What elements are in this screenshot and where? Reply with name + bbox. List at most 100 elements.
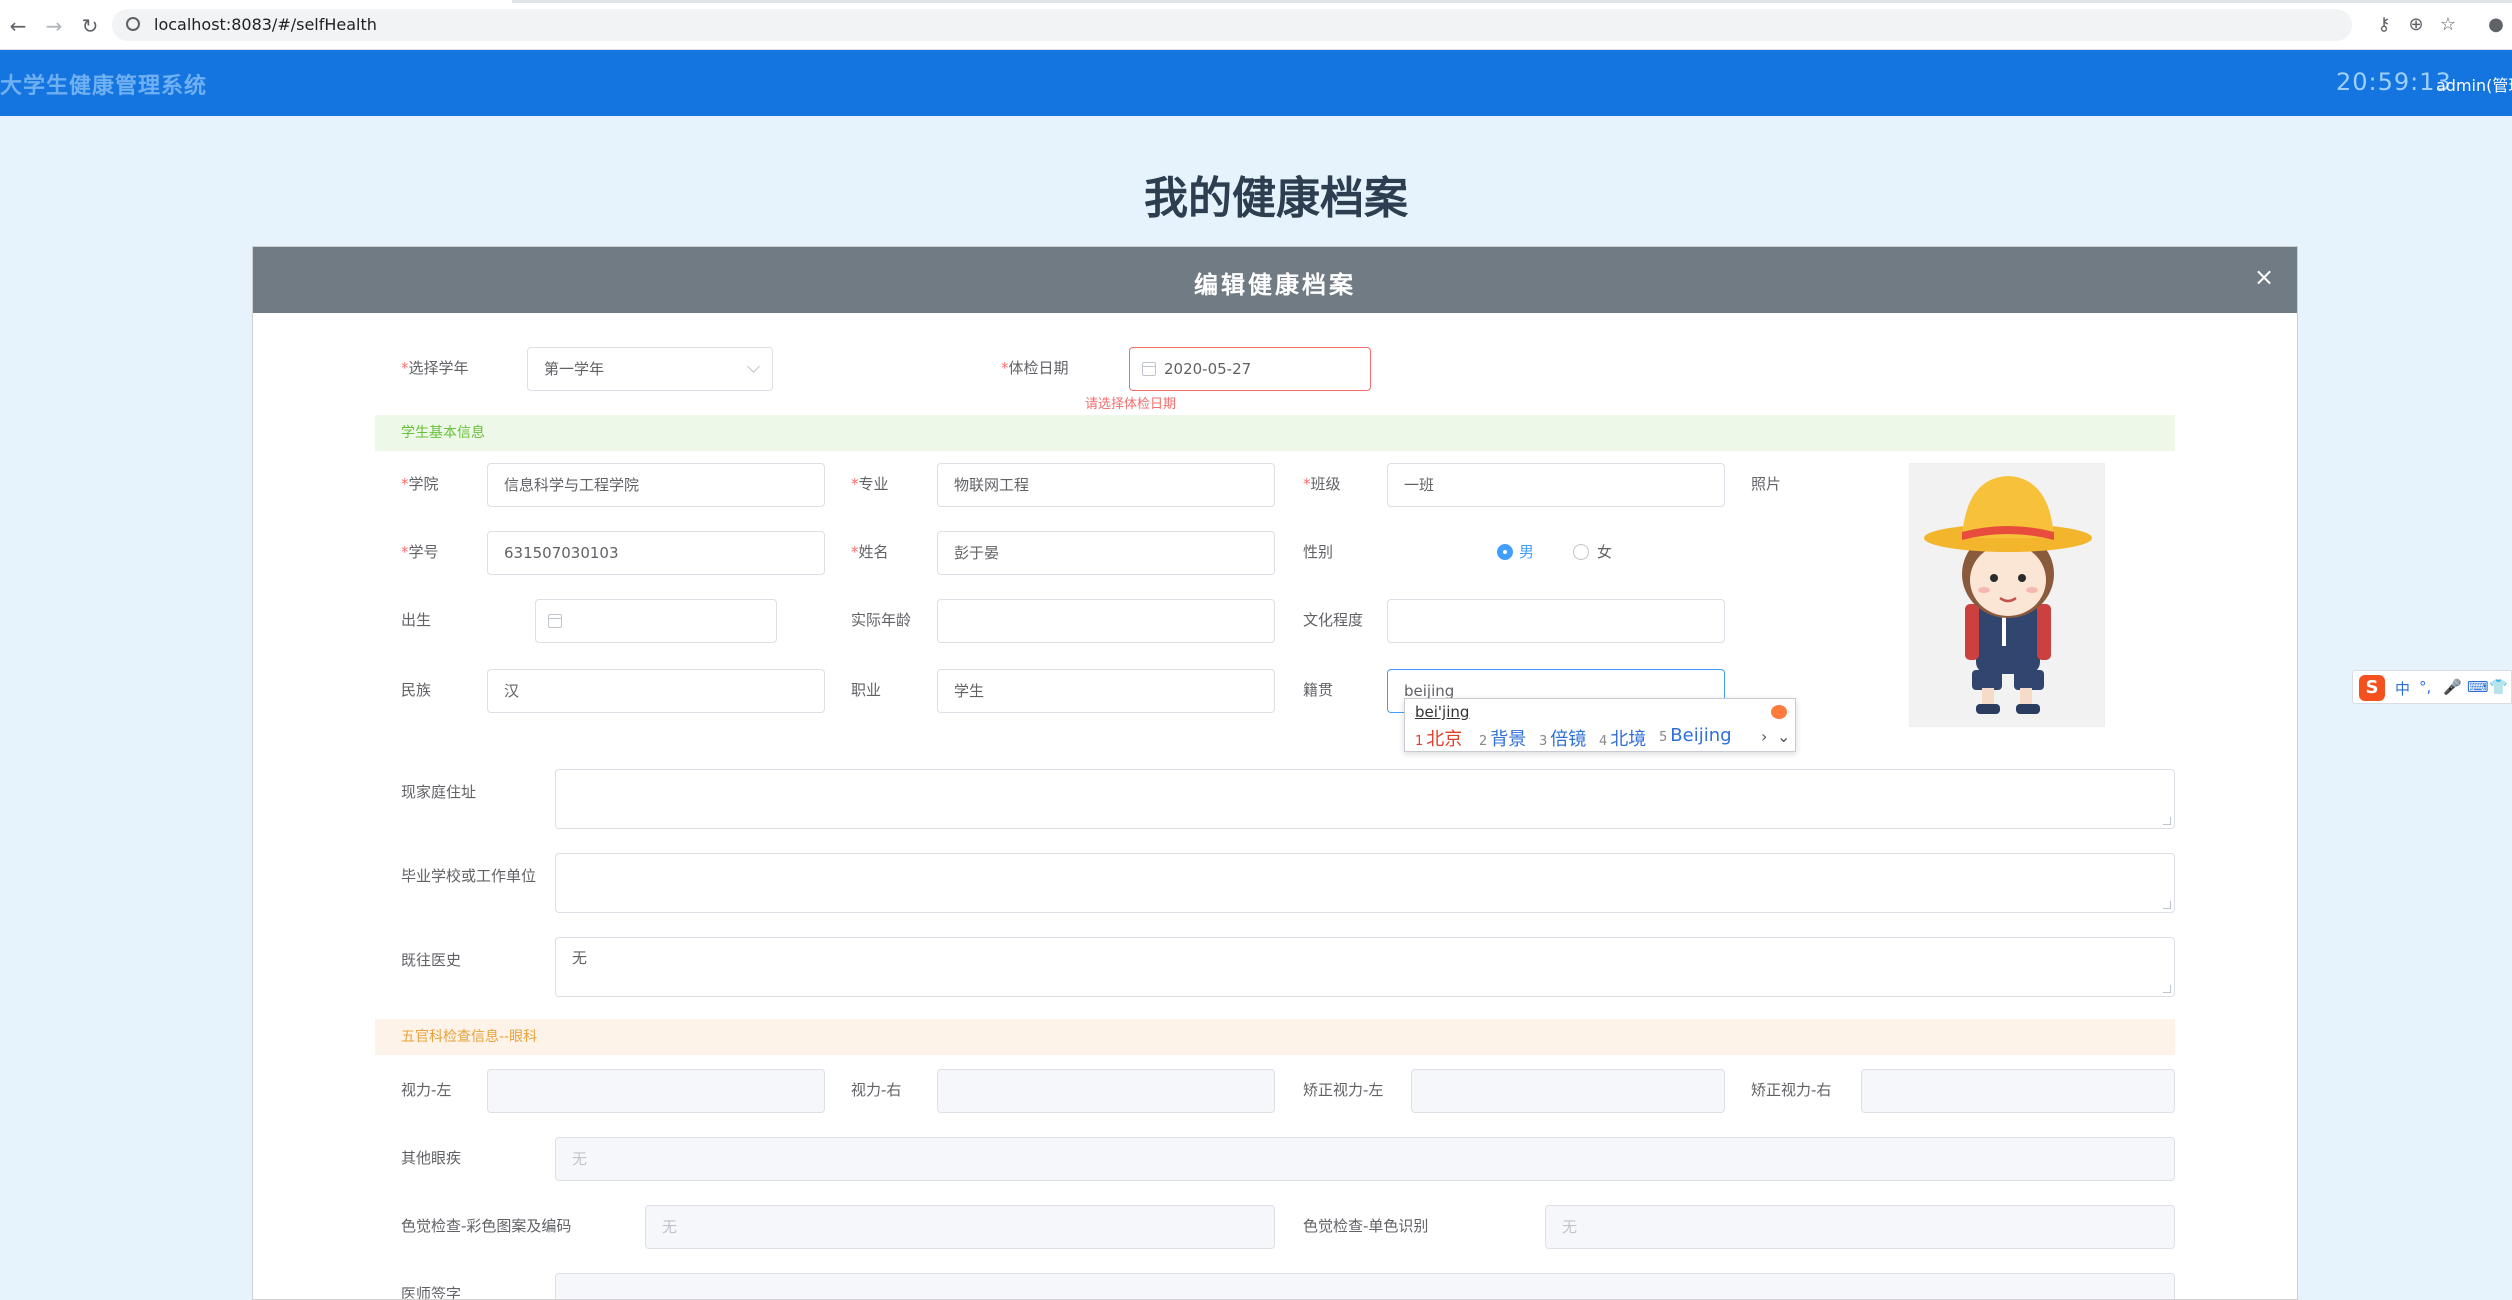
vision-right-input[interactable] (937, 1069, 1275, 1113)
ime-candidate-4[interactable]: 4 北境 (1599, 725, 1646, 751)
corrected-vision-left-label: 矫正视力-左 (1303, 1081, 1384, 1099)
gender-male-radio[interactable] (1497, 544, 1513, 560)
gender-label: 性别 (1303, 543, 1334, 561)
bookmark-star-icon[interactable]: ☆ (2437, 14, 2459, 36)
vision-left-label: 视力-左 (401, 1081, 452, 1099)
other-eye-disease-label: 其他眼疾 (401, 1149, 462, 1167)
medical-history-label: 既往医史 (401, 951, 462, 969)
profile-icon[interactable]: ● (2485, 14, 2507, 36)
back-arrow-icon[interactable]: ← (6, 14, 30, 38)
corrected-vision-left-input[interactable] (1411, 1069, 1725, 1113)
birth-date-picker[interactable] (535, 599, 777, 643)
page-title: 我的健康档案 (1144, 173, 1408, 224)
student-id-label: *学号 (401, 543, 439, 561)
loading-progress-bar (512, 0, 2512, 3)
resize-grip-icon[interactable] (2163, 817, 2171, 825)
key-icon[interactable]: ⚷ (2373, 14, 2395, 36)
calendar-icon (548, 614, 562, 628)
ime-candidate-1[interactable]: 1 北京 (1415, 725, 1462, 751)
doctor-sign-input[interactable] (555, 1273, 2175, 1299)
doctor-sign-label: 医师签字 (401, 1285, 462, 1300)
color-single-input[interactable]: 无 (1545, 1205, 2175, 1249)
ime-candidate-window: bei'jing 1 北京 2 背景 3 倍镜 4 北境 5 Beijing › ⌄ (1404, 698, 1796, 752)
gender-female-label[interactable]: 女 (1597, 541, 1612, 562)
edit-health-record-dialog: 编辑健康档案 × *选择学年 第一学年 *体检日期 2020-05-27 请选择… (252, 246, 2298, 1300)
ethnicity-label: 民族 (401, 681, 432, 699)
calendar-icon (1142, 362, 1156, 376)
ime-toolbar: S 中 °, 🎤 ⌨ 👕 (2352, 670, 2512, 704)
ime-keyboard-icon[interactable]: ⌨ (2467, 678, 2489, 696)
address-textarea[interactable] (555, 769, 2175, 829)
gender-male-label[interactable]: 男 (1519, 541, 1534, 562)
exam-date-label: *体检日期 (1001, 359, 1069, 377)
zoom-icon[interactable]: ⊕ (2405, 14, 2427, 36)
class-label: *班级 (1303, 475, 1341, 493)
ethnicity-input[interactable]: 汉 (487, 669, 825, 713)
ime-next-page-icon[interactable]: › (1761, 727, 1767, 746)
ime-candidate-3[interactable]: 3 倍镜 (1539, 725, 1586, 751)
chevron-down-icon (747, 360, 760, 373)
student-photo[interactable] (1909, 463, 2105, 727)
birth-label: 出生 (401, 611, 432, 629)
name-input[interactable]: 彭于晏 (937, 531, 1275, 575)
year-select[interactable]: 第一学年 (527, 347, 773, 391)
reload-icon[interactable]: ↻ (78, 14, 102, 38)
vision-right-label: 视力-右 (851, 1081, 902, 1099)
url-text[interactable]: localhost:8083/#/selfHealth (154, 15, 377, 34)
education-input[interactable] (1387, 599, 1725, 643)
close-icon[interactable]: × (2249, 263, 2279, 291)
name-label: *姓名 (851, 543, 889, 561)
section-eye-exam: 五官科检查信息--眼科 (375, 1019, 2175, 1055)
occupation-input[interactable]: 学生 (937, 669, 1275, 713)
user-menu[interactable]: admin(管理 (2436, 72, 2512, 96)
ime-voice-icon[interactable]: 🎤 (2443, 678, 2462, 696)
ime-composition: bei'jing (1415, 703, 1470, 721)
medical-history-textarea[interactable]: 无 (555, 937, 2175, 997)
vision-left-input[interactable] (487, 1069, 825, 1113)
sogou-logo-icon[interactable]: S (2359, 675, 2385, 701)
color-single-label: 色觉检查-单色识别 (1303, 1217, 1429, 1235)
ime-chinese-mode-icon[interactable]: 中 (2395, 678, 2410, 699)
major-label: *专业 (851, 475, 889, 493)
student-avatar-image (1910, 464, 2104, 726)
app-title: 大学生健康管理系统 (0, 74, 208, 99)
exam-date-picker[interactable]: 2020-05-27 (1129, 347, 1371, 391)
header-clock: 20:59:13 (2336, 68, 2452, 96)
education-label: 文化程度 (1303, 611, 1364, 629)
age-label: 实际年龄 (851, 611, 912, 629)
student-id-input[interactable]: 631507030103 (487, 531, 825, 575)
section-basic-info: 学生基本信息 (375, 415, 2175, 451)
color-pattern-label: 色觉检查-彩色图案及编码 (401, 1217, 572, 1235)
dialog-title: 编辑健康档案 (1194, 271, 1356, 299)
major-input[interactable]: 物联网工程 (937, 463, 1275, 507)
address-bar[interactable] (112, 9, 2352, 41)
gender-female-radio[interactable] (1573, 544, 1589, 560)
resize-grip-icon[interactable] (2163, 985, 2171, 993)
address-label: 现家庭住址 (401, 783, 477, 801)
corrected-vision-right-input[interactable] (1861, 1069, 2175, 1113)
ime-candidate-2[interactable]: 2 背景 (1479, 725, 1526, 751)
occupation-label: 职业 (851, 681, 882, 699)
ime-candidate-5[interactable]: 5 Beijing (1659, 725, 1732, 746)
site-info-icon[interactable] (126, 17, 140, 31)
other-eye-disease-input[interactable]: 无 (555, 1137, 2175, 1181)
photo-label: 照片 (1751, 475, 1782, 493)
age-input[interactable] (937, 599, 1275, 643)
year-label: *选择学年 (401, 359, 469, 377)
school-textarea[interactable] (555, 853, 2175, 913)
ime-expand-icon[interactable]: ⌄ (1777, 727, 1790, 746)
forward-arrow-icon[interactable]: → (42, 14, 66, 38)
app-header (0, 50, 2512, 116)
college-label: *学院 (401, 475, 439, 493)
school-label: 毕业学校或工作单位 (401, 867, 537, 885)
exam-date-error: 请选择体检日期 (1085, 397, 1177, 412)
corrected-vision-right-label: 矫正视力-右 (1751, 1081, 1832, 1099)
college-input[interactable]: 信息科学与工程学院 (487, 463, 825, 507)
class-input[interactable]: 一班 (1387, 463, 1725, 507)
ime-punctuation-icon[interactable]: °, (2419, 678, 2431, 696)
color-pattern-input[interactable]: 无 (645, 1205, 1275, 1249)
ime-skin-icon[interactable] (1771, 705, 1787, 719)
dialog-header: 编辑健康档案 × (253, 247, 2297, 313)
ime-skin-icon[interactable]: 👕 (2489, 678, 2508, 696)
resize-grip-icon[interactable] (2163, 901, 2171, 909)
